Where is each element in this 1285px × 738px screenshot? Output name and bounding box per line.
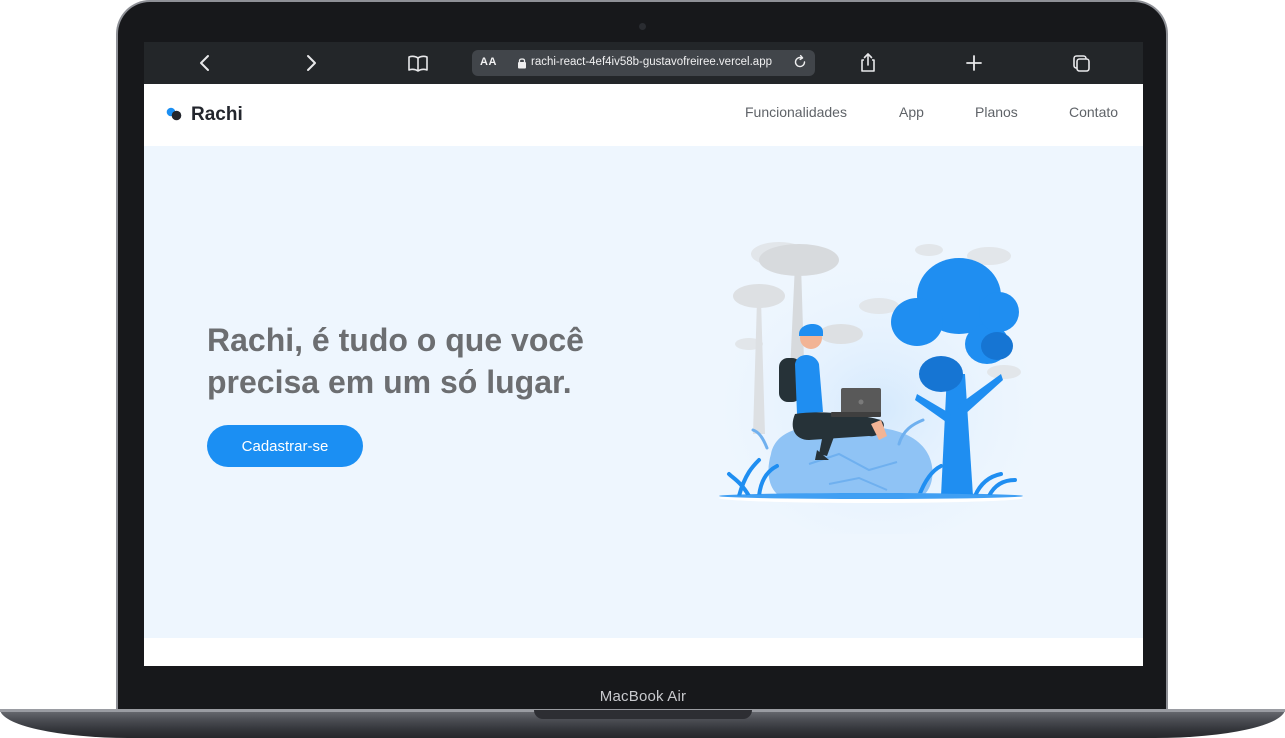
book-icon[interactable]	[406, 51, 430, 75]
logo-icon	[166, 107, 182, 121]
nav-link-contato[interactable]: Contato	[1069, 104, 1118, 120]
chevron-right-icon[interactable]	[299, 51, 323, 75]
screen: AA rachi-react-4ef4iv58b-gustavofreiree.…	[144, 42, 1143, 666]
brand-name: Rachi	[191, 104, 243, 125]
share-icon[interactable]	[856, 51, 880, 75]
laptop-mockup: AA rachi-react-4ef4iv58b-gustavofreiree.…	[0, 0, 1285, 738]
device-label: MacBook Air	[599, 688, 687, 705]
nav-link-planos[interactable]: Planos	[975, 104, 1018, 120]
laptop-hinge-notch	[534, 710, 752, 719]
tabs-icon[interactable]	[1069, 51, 1093, 75]
url-text[interactable]: rachi-react-4ef4iv58b-gustavofreiree.ver…	[531, 56, 772, 68]
plus-icon[interactable]	[962, 51, 986, 75]
nav-link-app[interactable]: App	[899, 104, 924, 120]
lock-icon	[518, 58, 526, 69]
chevron-left-icon[interactable]	[193, 51, 217, 75]
text-size-button[interactable]: AA	[480, 56, 497, 68]
next-section	[144, 638, 1143, 666]
signup-button[interactable]: Cadastrar-se	[207, 425, 363, 467]
hero-illustration	[719, 242, 1034, 534]
hero-section: Rachi, é tudo o que você precisa em um s…	[144, 146, 1143, 638]
browser-toolbar: AA rachi-react-4ef4iv58b-gustavofreiree.…	[144, 42, 1143, 84]
hero-title: Rachi, é tudo o que você precisa em um s…	[207, 322, 584, 400]
reload-icon[interactable]	[792, 54, 808, 70]
site-header: Rachi Funcionalidades App Planos Contato	[144, 84, 1143, 146]
camera-icon	[639, 23, 646, 30]
nav-link-funcionalidades[interactable]: Funcionalidades	[745, 104, 847, 120]
address-bar[interactable]: AA rachi-react-4ef4iv58b-gustavofreiree.…	[472, 50, 815, 76]
